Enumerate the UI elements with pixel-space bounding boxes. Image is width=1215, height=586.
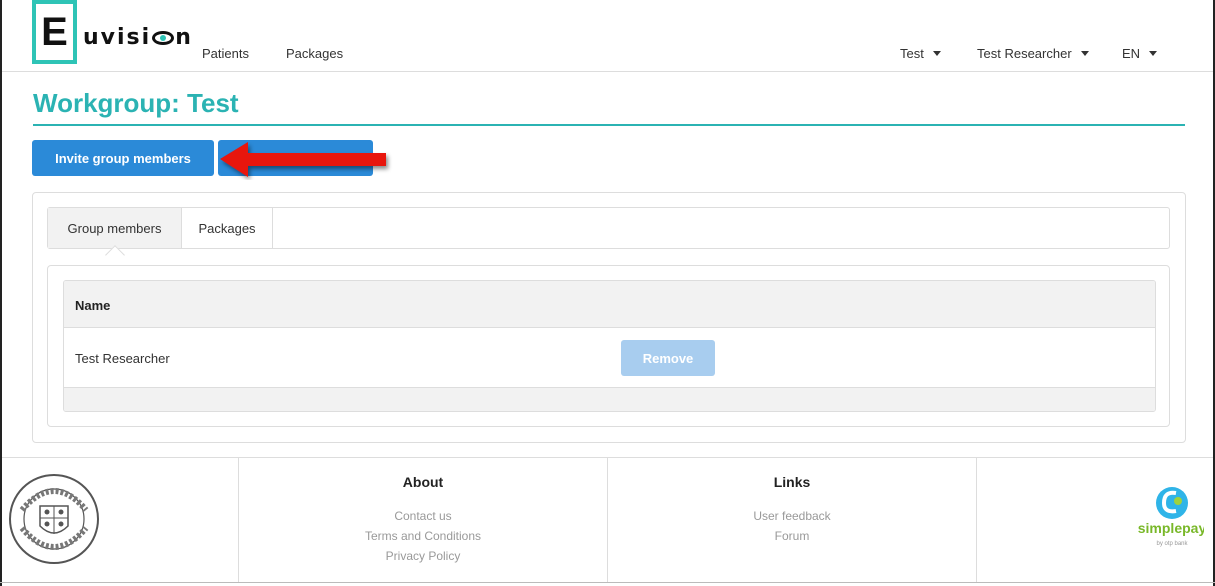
column-header-name: Name (75, 298, 111, 313)
forum-link[interactable]: Forum (608, 526, 976, 546)
simplepay-sub: by otp bank (1156, 541, 1188, 547)
red-arrow-left-icon (220, 142, 386, 177)
top-navbar: E uvisi n Patients Packages Test Test Re… (2, 0, 1213, 72)
footer-links-column: Links User feedback Forum (608, 458, 977, 582)
caret-down-icon (1080, 51, 1089, 56)
footer-about-column: About Contact us Terms and Conditions Pr… (239, 458, 608, 582)
table-footer (64, 388, 1155, 411)
invite-group-members-button[interactable]: Invite group members (32, 140, 214, 176)
nav-link-packages[interactable]: Packages (286, 46, 343, 61)
logo-word-pre: uvisi (83, 25, 152, 50)
remove-member-button[interactable]: Remove (621, 340, 715, 376)
user-feedback-link[interactable]: User feedback (608, 506, 976, 526)
privacy-policy-link[interactable]: Privacy Policy (239, 546, 607, 566)
workgroup-dropdown-label: Test (900, 46, 924, 61)
logo-mark: E (32, 0, 77, 64)
table-row: Test Researcher Remove (64, 328, 1155, 388)
simplepay-wordmark: simplepay (1138, 520, 1204, 536)
table-header: Name (64, 281, 1155, 328)
language-dropdown-label: EN (1122, 46, 1141, 61)
logo-word-post: n (175, 25, 193, 50)
workgroup-dropdown[interactable]: Test (900, 46, 941, 61)
footer-about-heading: About (402, 474, 444, 490)
title-divider (33, 124, 1185, 126)
caret-down-icon (932, 51, 941, 56)
page-title: Workgroup: Test (33, 88, 239, 118)
eye-icon (152, 30, 175, 45)
user-dropdown-label: Test Researcher (977, 46, 1072, 61)
footer-links-heading: Links (773, 474, 811, 490)
logo-dot (54, 60, 58, 64)
members-table: Name Test Researcher Remove (63, 280, 1156, 412)
language-dropdown[interactable]: EN (1122, 46, 1158, 61)
contact-us-link[interactable]: Contact us (239, 506, 607, 526)
tab-packages[interactable]: Packages (182, 208, 273, 248)
logo-wordmark: uvisi n (83, 25, 193, 50)
university-seal-icon (9, 474, 99, 564)
nav-link-patients[interactable]: Patients (202, 46, 249, 61)
terms-link[interactable]: Terms and Conditions (239, 526, 607, 546)
logo-letter: E (41, 10, 68, 54)
footer-seal-column (2, 458, 239, 582)
footer-links-list: User feedback Forum (608, 506, 976, 546)
tab-group-members[interactable]: Group members (48, 208, 182, 248)
simplepay-logo[interactable]: simplepay by otp bank (1124, 483, 1204, 553)
tab-bar: Group members Packages (47, 207, 1170, 249)
euvision-logo[interactable]: E uvisi n (32, 0, 193, 64)
footer-about-links: Contact us Terms and Conditions Privacy … (239, 506, 607, 566)
page-footer: About Contact us Terms and Conditions Pr… (2, 457, 1213, 586)
member-name: Test Researcher (75, 351, 170, 366)
user-dropdown[interactable]: Test Researcher (977, 46, 1089, 61)
caret-down-icon (1149, 51, 1158, 56)
bottom-divider (0, 582, 1215, 583)
